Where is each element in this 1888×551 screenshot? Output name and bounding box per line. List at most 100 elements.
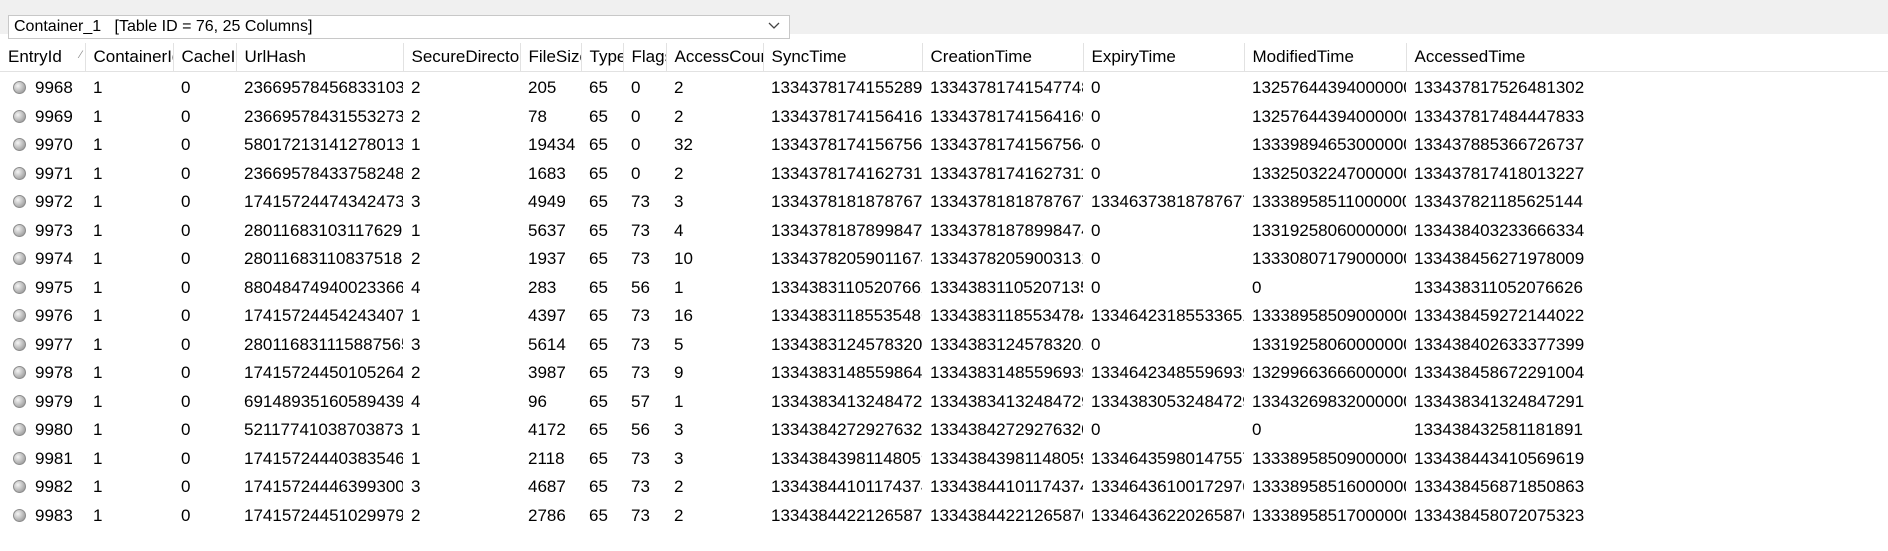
cell-type: 65 [589,505,608,525]
cell-synctime: 133438341324847291 [771,391,922,411]
col-header-modifiedtime[interactable]: ModifiedTime [1244,43,1407,72]
cell-accessedtime: 133438432581181891 [1414,420,1583,440]
table-row[interactable]: 9976 1 0 1741572445424340734 1 4397 65 73 16 1334… [0,302,1888,331]
cell-entryid: 9974 [0,245,85,274]
cell-accessedtime: 133438443410569619 [1414,448,1585,468]
cell-modifiedtime: 133389585090000000 [1252,306,1406,326]
cell-entryid: 9982 [0,473,85,502]
record-icon [13,366,26,380]
col-header-cacheid[interactable]: CacheId [173,43,237,72]
cell-expirytime: 0 [1091,106,1101,126]
cell-synctime: 133438439811480598 [771,448,922,468]
cell-creationtime: 133438441011743742 [930,477,1083,497]
container-select-value: Container_1 [Table ID = 76, 25 Columns] [14,18,313,35]
col-header-synctime[interactable]: SyncTime [763,43,923,72]
cell-modifiedtime: 133389585170000000 [1252,505,1406,525]
cell-entryid: 9983 [0,502,85,531]
cell-entryid: 9978 [0,359,85,388]
cell-cacheid: 0 [181,163,191,183]
cell-urlhash: 2366957843155327346 [244,106,403,126]
cell-securedirectory: 1 [411,220,421,240]
table-row[interactable]: 9974102801168311083751853219376573101334… [0,245,1888,274]
cell-cacheid: 0 [181,391,191,411]
cell-modifiedtime: 133389585110000000 [1252,192,1406,212]
cell-modifiedtime: 133398946530000000 [1252,135,1406,155]
col-header-accessedtime[interactable]: AccessedTime [1406,43,1888,72]
col-header-containerid[interactable]: ContainerId [85,43,174,72]
cache-table: EntryId ⁄ ContainerId CacheId UrlHash Sec… [0,43,1888,530]
table-row[interactable]: 9982 1 0 1741572444639930017 3 4687 65 73 2 13343… [0,473,1888,502]
table-row[interactable]: 9969 1 0 2366957843155327346 2 78 65 0 2 13343781… [0,103,1888,132]
cell-synctime: 133438311052076626 [771,277,922,297]
col-header-creationtime[interactable]: CreationTime [922,43,1084,72]
cell-urlhash: 1741572445102997911 [244,505,403,525]
col-header-urlhash[interactable]: UrlHash [236,43,404,72]
cell-creationtime: 133437818789984748 [930,220,1083,240]
cell-creationtime: 133437817415641696 [930,106,1083,126]
cell-synctime: 133437820590116744 [771,249,922,269]
cell-urlhash: 1741572445010526445 [244,363,403,383]
table-row[interactable]: 9980 1 0 5211774103870387337 1 4172 65 56 3 13343… [0,416,1888,445]
cell-modifiedtime: 0 [1252,420,1262,440]
table-row[interactable]: 9971 1 0 2366957843375824809 2 1683 65 0 2 133437… [0,160,1888,189]
record-icon [13,480,26,494]
col-header-type[interactable]: Type [581,43,624,72]
table-row[interactable]: 9983 1 0 1741572445102997911 2 2786 65 73 2 13343… [0,502,1888,531]
cell-creationtime: 133438442212658701 [930,505,1083,525]
cell-cacheid: 0 [181,106,191,126]
cell-type: 65 [589,277,608,297]
col-header-expirytime[interactable]: ExpiryTime [1083,43,1245,72]
cell-text: 9973 [35,220,73,240]
col-header-filesize[interactable]: FileSize [520,43,582,72]
cell-accessedtime: 133438459272144022 [1414,306,1585,326]
table-row[interactable]: 9970 1 0 5801721314127801307 1 19434 65 0 32 1334… [0,131,1888,160]
cell-expirytime: 0 [1091,78,1101,98]
cell-synctime: 133437818789984748 [771,220,922,240]
cell-filesize: 3987 [528,363,566,383]
cell-urlhash: 1741572444038354616 [244,448,403,468]
cell-synctime: 133438442212658701 [771,505,922,525]
chevron-down-icon[interactable] [767,19,781,33]
cell-flags: 73 [631,334,650,354]
cell-filesize: 78 [528,106,547,126]
cell-urlhash: 6914893516058943909 [244,391,403,411]
cell-modifiedtime: 132996636660000000 [1252,363,1406,383]
cell-cacheid: 0 [181,448,191,468]
cell-expirytime: 0 [1091,420,1101,440]
cell-securedirectory: 2 [411,163,421,183]
cell-creationtime: 133438312457832016 [930,334,1083,354]
record-icon [13,280,26,294]
cell-creationtime: 133438314855969391 [930,363,1083,383]
cell-entryid: 9971 [0,160,85,189]
cell-flags: 73 [631,363,650,383]
table-row[interactable]: 9975 1 0 8804847494002336629 4 283 65 56 1 133438… [0,274,1888,303]
cell-expirytime: 0 [1091,220,1101,240]
table-row[interactable]: 9981 1 0 1741572444038354616 1 2118 65 73 3 13343… [0,445,1888,474]
col-header-entryid[interactable]: EntryId ⁄ [0,43,86,72]
cell-type: 65 [589,477,608,497]
table-row[interactable]: 9973 1 0 2801168310311762986 1 5637 65 73 4 13343… [0,217,1888,246]
col-header-securedirectory[interactable]: SecureDirectory [403,43,521,72]
table-row[interactable]: 9979 1 0 6914893516058943909 4 96 65 57 1 1334383… [0,388,1888,417]
container-select[interactable]: Container_1 [Table ID = 76, 25 Columns] [8,15,790,39]
table-row[interactable]: 9978 1 0 1741572445010526445 2 3987 65 73 9 13343… [0,359,1888,388]
cell-flags: 73 [631,505,650,525]
cell-expirytime: 0 [1091,163,1101,183]
cell-modifiedtime: 133192580600000000 [1252,334,1406,354]
table-row[interactable]: 9972 1 0 1741572447434247321 3 4949 65 73 3 13343… [0,188,1888,217]
cell-modifiedtime: 133389585160000000 [1252,477,1406,497]
cell-urlhash: 2366957843375824809 [244,163,403,183]
cell-accesscount: 16 [674,306,693,326]
table-row[interactable]: 9977 1 0 2801168311158875659 3 5614 65 73 5 13343… [0,331,1888,360]
cell-expirytime: 133464362202658701 [1091,505,1244,525]
table-row[interactable]: 9968 1 0 2366957845683310391 2 205 65 0 2 1334378… [0,72,1888,103]
cell-flags: 56 [631,420,650,440]
cell-synctime: 133438312457832016 [771,334,922,354]
cell-text: 9972 [35,192,73,212]
col-header-flags[interactable]: Flags [623,43,667,72]
cell-entryid: 9975 [0,274,85,303]
cell-containerid: 1 [93,391,103,411]
cell-securedirectory: 1 [411,420,421,440]
col-header-accesscount[interactable]: AccessCount [666,43,764,72]
cell-expirytime: 133464361001729763 [1091,477,1244,497]
